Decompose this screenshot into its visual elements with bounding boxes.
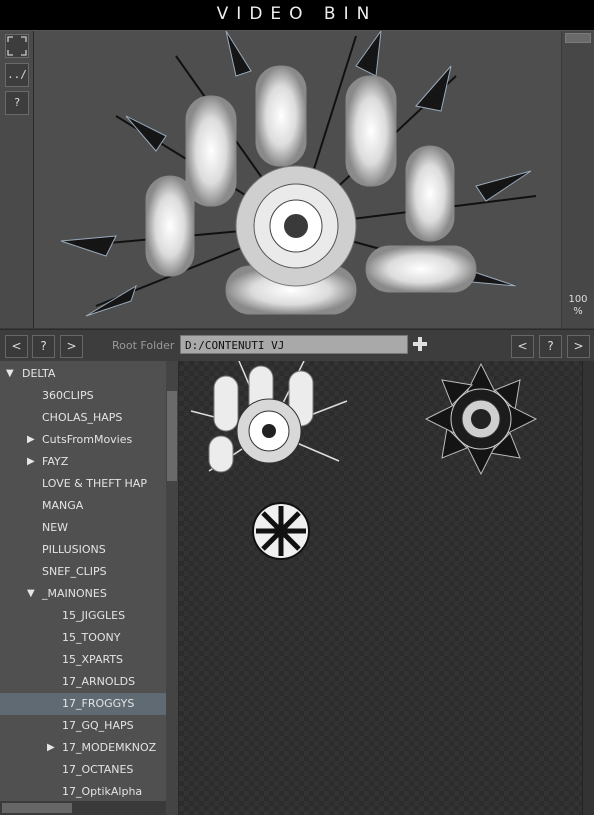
tree-scroll-thumb[interactable] [167,391,177,481]
tree-item-label: PILLUSIONS [42,543,106,556]
tree-vertical-scrollbar[interactable] [166,361,178,815]
grid-help-button[interactable]: ? [539,335,562,358]
folder-navigation-bar: < ? > Root Folder D:/CONTENUTI VJ < ? > [0,329,594,362]
tree-item-label: 15_XPARTS [62,653,124,666]
tree-item[interactable]: ▶ CutsFromMovies [0,429,166,451]
zoom-value: 100 [568,294,588,305]
preview-image [34,31,561,328]
zoom-unit: % [573,306,583,317]
expand-down-icon[interactable]: ▼ [6,363,14,385]
tree-item-label: NEW [42,521,69,534]
tree-help-button[interactable]: ? [32,335,55,358]
tree-item[interactable]: ▼ _MAINONES [0,583,166,605]
tree-item-label: MANGA [42,499,84,512]
tree-item-label: 15_TOONY [62,631,121,644]
tree-hscroll-thumb[interactable] [2,803,72,813]
zoom-panel: 100 % [562,31,594,328]
tree-item-label: DELTA [22,367,56,380]
tree-item-label: 17_OCTANES [62,763,134,776]
tree-item-label: 17_MODEMKNOZ [62,741,157,754]
tree-item[interactable]: SNEF_CLIPS [0,561,166,583]
tree-item[interactable]: 15_TOONY [0,627,166,649]
tree-item-label: 17_GQ_HAPS [62,719,134,732]
parent-folder-button[interactable]: ../ [5,63,29,87]
tree-item-label: 15_JIGGLES [62,609,126,622]
tree-item[interactable]: NEW [0,517,166,539]
tree-item-label: CutsFromMovies [42,433,133,446]
tree-horizontal-scrollbar[interactable] [0,801,166,815]
fullscreen-button[interactable] [5,34,29,58]
tree-item[interactable]: 15_JIGGLES [0,605,166,627]
tree-next-button[interactable]: > [60,335,83,358]
clip-thumbnail[interactable] [250,501,312,561]
tree-item[interactable]: LOVE & THEFT HAP [0,473,166,495]
plus-icon [413,337,427,351]
tree-item-label: SNEF_CLIPS [42,565,107,578]
app-title: VIDEO BIN [216,4,378,24]
tree-item[interactable]: CHOLAS_HAPS [0,407,166,429]
clip-thumbnail[interactable] [189,361,349,479]
grid-prev-button[interactable]: < [511,335,534,358]
add-folder-button[interactable] [412,333,428,356]
root-folder-label: Root Folder [112,339,175,352]
zoom-slider-handle[interactable] [565,33,591,43]
folder-tree[interactable]: ▼ DELTA 360CLIPS CHOLAS_HAPS ▶ CutsFromMovies… [0,361,179,815]
tree-item-label: 360CLIPS [42,389,94,402]
root-folder-input[interactable]: D:/CONTENUTI VJ [180,335,408,354]
preview-toolbar: ../ ? [0,31,34,328]
preview-viewport[interactable] [34,31,561,328]
tree-item[interactable]: 15_XPARTS [0,649,166,671]
tree-item[interactable]: 17_GQ_HAPS [0,715,166,737]
tree-item[interactable]: 17_OCTANES [0,759,166,781]
grid-vertical-scrollbar[interactable] [582,361,594,815]
tree-item[interactable]: PILLUSIONS [0,539,166,561]
collapsed-arrow-icon[interactable]: ▶ [47,737,55,759]
zoom-readout: 100 % [562,294,594,318]
help-button[interactable]: ? [5,91,29,115]
tree-item-label: CHOLAS_HAPS [42,411,123,424]
clip-thumbnail[interactable] [424,361,539,476]
collapsed-arrow-icon[interactable]: ▶ [27,429,35,451]
tree-item[interactable]: 17_FROGGYS [0,693,166,715]
clip-grid[interactable] [179,361,594,815]
tree-item[interactable]: MANGA [0,495,166,517]
tree-item-label: 17_FROGGYS [62,697,135,710]
expand-down-icon[interactable]: ▼ [27,583,35,605]
fullscreen-icon [7,36,27,56]
grid-next-button[interactable]: > [567,335,590,358]
tree-item-label: FAYZ [42,455,69,468]
tree-item[interactable]: ▶ FAYZ [0,451,166,473]
tree-item[interactable]: 17_ARNOLDS [0,671,166,693]
tree-item-label: 17_OptikAlpha [62,785,143,798]
collapsed-arrow-icon[interactable]: ▶ [27,451,35,473]
tree-item-label: _MAINONES [42,587,107,600]
tree-item-label: 17_ARNOLDS [62,675,136,688]
tree-item[interactable]: 17_OptikAlpha [0,781,166,803]
tree-item[interactable]: ▶ 17_MODEMKNOZ [0,737,166,759]
tree-prev-button[interactable]: < [5,335,28,358]
tree-item[interactable]: 360CLIPS [0,385,166,407]
tree-item[interactable]: ▼ DELTA [0,363,166,385]
tree-item-label: LOVE & THEFT HAP [42,477,147,490]
title-bar: VIDEO BIN [0,0,594,31]
